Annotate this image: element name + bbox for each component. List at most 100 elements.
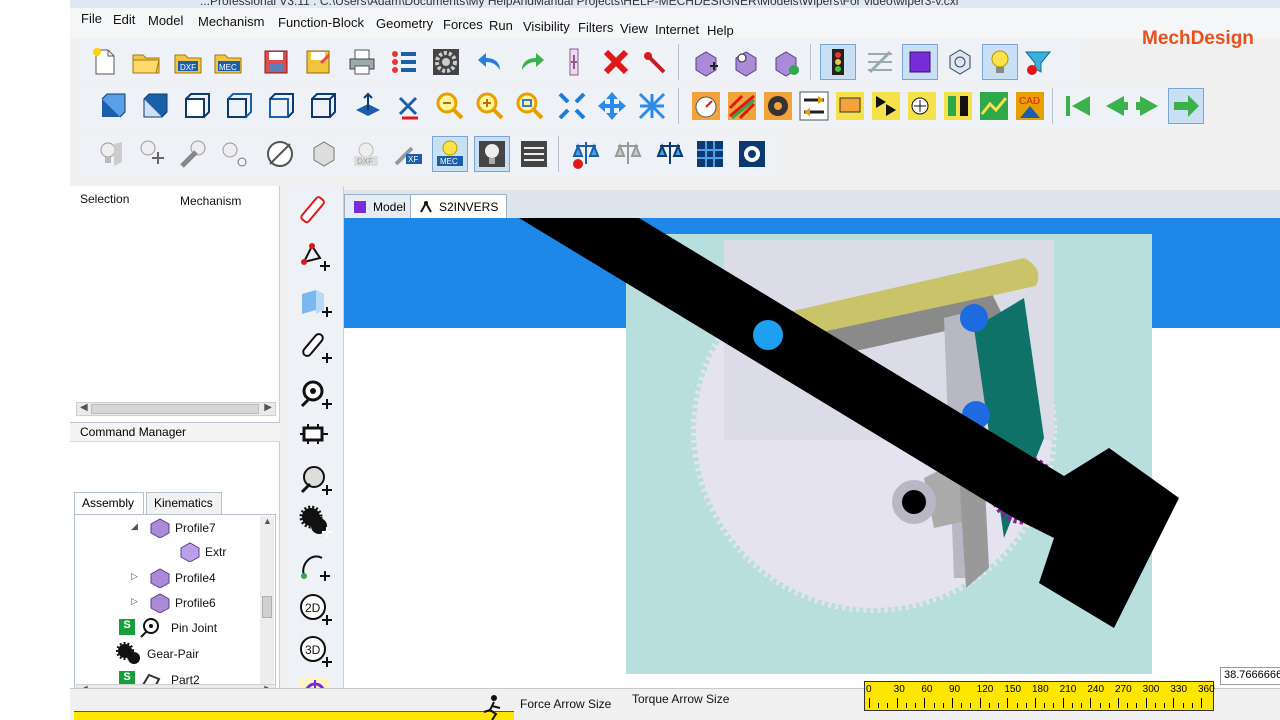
scroll-left-icon[interactable]: ◀ bbox=[80, 402, 88, 413]
circle-tool-icon[interactable] bbox=[262, 136, 298, 172]
bulb-vertical-icon[interactable] bbox=[92, 136, 128, 172]
zoom-in-icon[interactable] bbox=[472, 88, 508, 124]
solid-cube-icon[interactable] bbox=[902, 44, 938, 80]
view-front-icon[interactable] bbox=[94, 88, 130, 124]
menu-filters[interactable]: Filters bbox=[578, 20, 613, 35]
scroll-thumb[interactable] bbox=[91, 404, 259, 414]
balance-blue-icon[interactable] bbox=[652, 136, 688, 172]
list-icon[interactable] bbox=[386, 44, 422, 80]
add-plane-icon[interactable] bbox=[296, 284, 334, 322]
first-step-icon[interactable] bbox=[1060, 88, 1096, 124]
cube-tool-icon[interactable] bbox=[306, 136, 342, 172]
add-spline-icon[interactable] bbox=[296, 548, 334, 586]
menu-forces[interactable]: Forces bbox=[443, 17, 483, 32]
mec-export-icon[interactable]: MEC bbox=[432, 136, 468, 172]
add-joint-icon[interactable] bbox=[296, 376, 334, 414]
scroll-thumb[interactable] bbox=[262, 596, 272, 618]
next-step-icon[interactable] bbox=[1132, 88, 1168, 124]
sequence-icon[interactable] bbox=[516, 136, 552, 172]
filter-icon[interactable] bbox=[1020, 44, 1056, 80]
angle-ruler[interactable]: 0 30 60 90 120 150 180 210 240 270 300 330 360 bbox=[864, 681, 1215, 711]
camera-icon[interactable] bbox=[734, 136, 770, 172]
add-link-icon[interactable] bbox=[296, 330, 334, 368]
view-back-icon[interactable] bbox=[262, 88, 298, 124]
traffic-light-icon[interactable] bbox=[820, 44, 856, 80]
balance-grey-icon[interactable] bbox=[610, 136, 646, 172]
expand-arrow-icon[interactable]: ▷ bbox=[131, 596, 138, 607]
view-wire-icon[interactable] bbox=[304, 88, 340, 124]
bulb-small-icon[interactable] bbox=[216, 136, 252, 172]
view-iso-icon[interactable] bbox=[220, 88, 256, 124]
xf-export-icon[interactable]: XF bbox=[390, 136, 426, 172]
graphics-viewport[interactable] bbox=[344, 218, 1280, 688]
zoom-out-icon[interactable] bbox=[432, 88, 468, 124]
redo-icon[interactable] bbox=[514, 44, 550, 80]
save-as-icon[interactable] bbox=[300, 44, 336, 80]
tab-selection[interactable]: Selection bbox=[80, 192, 129, 206]
cube-outline-icon[interactable] bbox=[942, 44, 978, 80]
view-side-icon[interactable] bbox=[178, 88, 214, 124]
menu-internet[interactable]: Internet bbox=[655, 22, 699, 37]
import-dxf-icon[interactable]: DXF bbox=[170, 44, 206, 80]
cad-icon[interactable]: CAD bbox=[1012, 88, 1048, 124]
add-2d-icon[interactable]: 2D bbox=[296, 590, 334, 628]
last-step-icon[interactable] bbox=[1168, 88, 1204, 124]
add-slider-icon[interactable] bbox=[296, 418, 334, 456]
delete-icon[interactable] bbox=[598, 44, 634, 80]
tree-vertical-scrollbar[interactable]: ▲ ▼ bbox=[260, 516, 274, 692]
grid-off-icon[interactable] bbox=[862, 44, 898, 80]
tab-assembly[interactable]: Assembly bbox=[74, 492, 144, 514]
save-icon[interactable] bbox=[258, 44, 294, 80]
horizontal-scrollbar[interactable]: ◀ ▶ bbox=[76, 402, 276, 416]
meter-icon[interactable] bbox=[940, 88, 976, 124]
view-top-icon[interactable] bbox=[136, 88, 172, 124]
print-icon[interactable] bbox=[344, 44, 380, 80]
flags-icon[interactable] bbox=[868, 88, 904, 124]
open-folder-icon[interactable] bbox=[128, 44, 164, 80]
add-part-icon[interactable] bbox=[688, 44, 724, 80]
zoom-window-icon[interactable] bbox=[512, 88, 548, 124]
menu-geometry[interactable]: Geometry bbox=[376, 16, 433, 31]
bulb-arrow-icon[interactable] bbox=[134, 136, 170, 172]
bulb-dark-icon[interactable] bbox=[474, 136, 510, 172]
add-gear-icon[interactable] bbox=[296, 502, 334, 540]
cam-icon[interactable] bbox=[760, 88, 796, 124]
tab-kinematics[interactable]: Kinematics bbox=[146, 492, 222, 514]
menu-visibility[interactable]: Visibility bbox=[523, 19, 570, 34]
scroll-right-icon[interactable]: ▶ bbox=[264, 402, 272, 413]
menu-edit[interactable]: Edit bbox=[113, 12, 135, 27]
dxf-export-icon[interactable]: DXF bbox=[348, 136, 384, 172]
graph-color-icon[interactable] bbox=[976, 88, 1012, 124]
menu-mechanism[interactable]: Mechanism bbox=[198, 14, 264, 29]
scroll-up-icon[interactable]: ▲ bbox=[263, 516, 272, 526]
new-file-icon[interactable] bbox=[86, 44, 122, 80]
fit-all-icon[interactable] bbox=[634, 88, 670, 124]
add-profile-icon[interactable] bbox=[728, 44, 764, 80]
mechanism-scene[interactable] bbox=[344, 218, 1280, 688]
add-3d-icon[interactable]: 3D bbox=[296, 632, 334, 670]
settings-gear-icon[interactable] bbox=[428, 44, 464, 80]
tool-icon[interactable] bbox=[176, 136, 212, 172]
plot-icon[interactable] bbox=[832, 88, 868, 124]
graph-icon[interactable] bbox=[904, 88, 940, 124]
add-point-icon[interactable] bbox=[296, 238, 334, 276]
menu-function-block[interactable]: Function-Block bbox=[278, 15, 364, 30]
edit-pen-icon[interactable] bbox=[636, 44, 672, 80]
add-circle-icon[interactable] bbox=[296, 462, 334, 500]
expand-arrow-icon[interactable]: ▷ bbox=[131, 571, 138, 582]
pin-joint-upper[interactable] bbox=[960, 304, 988, 332]
switch-icon[interactable] bbox=[796, 88, 832, 124]
zoom-fit-icon[interactable] bbox=[554, 88, 590, 124]
undo-icon[interactable] bbox=[472, 44, 508, 80]
lower-pivot[interactable] bbox=[902, 490, 926, 514]
balance-delete-icon[interactable] bbox=[568, 136, 604, 172]
gauge-icon[interactable] bbox=[688, 88, 724, 124]
element-list-icon[interactable] bbox=[556, 44, 592, 80]
import-mec-icon[interactable]: MEC bbox=[210, 44, 246, 80]
colour-function-icon[interactable] bbox=[724, 88, 760, 124]
rotate-model-icon[interactable] bbox=[390, 88, 426, 124]
tab-mechanism[interactable]: Mechanism bbox=[180, 194, 241, 208]
menu-run[interactable]: Run bbox=[489, 18, 513, 33]
wiper-pivot[interactable] bbox=[753, 320, 783, 350]
menu-file[interactable]: File bbox=[81, 11, 102, 26]
